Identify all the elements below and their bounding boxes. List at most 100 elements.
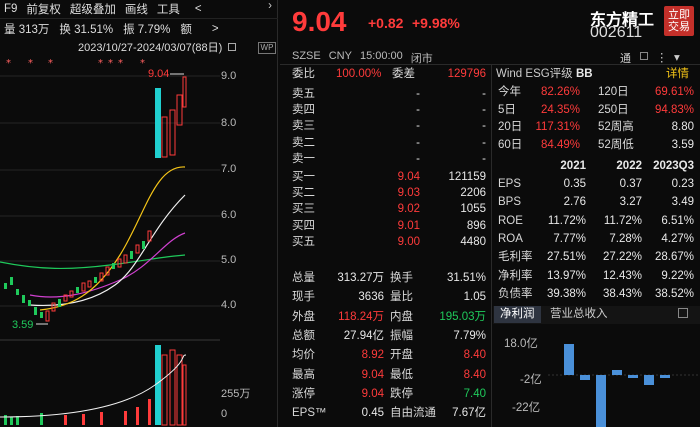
perf-label: 60日: [498, 138, 523, 151]
perf-label: 250日: [598, 103, 629, 116]
buy-volume: 2206: [460, 187, 486, 200]
stat-value: 8.40: [463, 368, 486, 381]
stat-value: 7.79%: [453, 329, 486, 342]
buy-volume: 896: [466, 219, 486, 232]
lock-icon[interactable]: [640, 52, 648, 60]
perf-label: 120日: [598, 86, 629, 98]
fin-value: 9.22%: [661, 269, 694, 282]
tab-net-profit[interactable]: 净利润: [494, 306, 541, 323]
stat-value: 8.40: [463, 349, 486, 362]
sell-volume: -: [482, 152, 486, 165]
fin-label: BPS: [498, 196, 522, 209]
buy-level-label: 买三: [292, 203, 315, 216]
low-label: 3.59: [12, 319, 33, 331]
fin-value: 27.22%: [602, 251, 642, 264]
chevron-right-icon[interactable]: ›: [262, 0, 278, 19]
bar-axis-bottom: -22亿: [512, 402, 541, 414]
perf-value: 3.59: [671, 138, 694, 151]
vol-axis-zero: 0: [221, 408, 228, 420]
perf-label: 20日: [498, 121, 523, 133]
svg-text:*: *: [118, 58, 123, 69]
stat-value: 27.94亿: [343, 329, 384, 342]
sell-price: -: [416, 104, 420, 117]
fin-value: 13.97%: [546, 269, 586, 282]
perf-value: 84.49%: [540, 138, 580, 151]
esg-rating: BB: [576, 68, 593, 80]
fin-value: 0.35: [563, 178, 586, 190]
stat-label: 最低: [390, 368, 413, 381]
fin-value: 6.51%: [661, 214, 694, 227]
expand-icon[interactable]: [678, 308, 688, 318]
perf-value: 117.31%: [535, 121, 580, 133]
quote-panel: 9.04 +0.82 +9.98% 东方精工 002611 立即交易 SZSE …: [280, 0, 700, 427]
stat-value: 0.45: [361, 407, 384, 420]
perf-value: 8.80: [671, 121, 694, 133]
chevron-down-icon[interactable]: ▾: [674, 50, 680, 64]
buy-level-label: 买二: [292, 187, 315, 200]
overlay-button[interactable]: 超级叠加: [70, 1, 116, 17]
buy-volume: 4480: [460, 235, 486, 248]
wp-icon[interactable]: WP: [258, 42, 276, 54]
stat-value: 31.51%: [446, 272, 486, 284]
chart-info-bar: 量 313万 换 31.51% 振 7.79% 额 >: [0, 20, 278, 38]
volume-info: 量 313万: [4, 24, 50, 36]
weicha-label: 委差: [392, 68, 415, 80]
collapse-button[interactable]: <: [195, 3, 202, 15]
sell-price: -: [416, 88, 420, 100]
perf-value: 69.61%: [654, 86, 694, 98]
trade-button[interactable]: 立即交易: [664, 6, 694, 36]
amplitude-info: 振 7.79%: [123, 24, 171, 36]
stat-value: 8.92: [361, 349, 384, 362]
perf-label: 52周低: [598, 138, 634, 151]
stat-label: 总额: [292, 329, 315, 342]
fin-value: 38.43%: [602, 287, 642, 300]
stat-value: 313.27万: [337, 272, 384, 284]
settings-icon[interactable]: [228, 43, 237, 51]
svg-text:*: *: [6, 58, 11, 69]
vol-axis-max: 255万: [221, 388, 251, 400]
bar-axis-top: 18.0亿: [504, 338, 538, 350]
buy-volume: 1055: [460, 203, 486, 216]
fin-value: 39.38%: [546, 287, 586, 300]
fin-value: 2.76: [563, 196, 586, 209]
date-range: 2023/10/27-2024/03/07(88日): [78, 39, 237, 55]
buy-level-label: 买四: [292, 219, 315, 232]
fin-label: EPS: [498, 178, 522, 190]
stat-label: 均价: [292, 349, 315, 362]
stat-value: 195.03万: [439, 310, 486, 323]
fin-value: 12.43%: [602, 269, 642, 282]
price-change: +0.82: [368, 15, 404, 31]
stat-value: 9.04: [361, 368, 384, 381]
stat-label: 跌停: [390, 387, 413, 400]
sell-price: -: [416, 152, 420, 165]
fin-value: 27.51%: [546, 251, 586, 264]
bar-axis-mid: -2亿: [520, 374, 542, 386]
price-axis-40: 4.0: [221, 299, 237, 311]
fin-value: 0.37: [619, 178, 642, 190]
menu-icon[interactable]: ⋮: [656, 50, 668, 64]
buy-level-label: 买五: [292, 235, 315, 248]
esg-detail-link[interactable]: 详情: [666, 66, 689, 82]
fin-value: 7.77%: [553, 232, 586, 245]
buy-price: 9.01: [397, 219, 420, 232]
tools-button[interactable]: 工具: [157, 1, 180, 17]
tab-revenue[interactable]: 营业总收入: [544, 306, 614, 323]
fin-label: ROE: [498, 214, 523, 227]
fin-value: 7.28%: [609, 232, 642, 245]
buy-price: 9.04: [397, 171, 420, 183]
sell-volume: -: [482, 120, 486, 133]
stat-label: 总量: [292, 272, 315, 284]
last-price: 9.04: [292, 6, 347, 37]
f9-button[interactable]: F9: [4, 3, 17, 15]
fin-year-header: 2021: [560, 160, 586, 172]
buy-price: 9.03: [397, 187, 420, 200]
fin-year-header: 2022: [616, 160, 642, 172]
fuquan-button[interactable]: 前复权: [26, 1, 61, 17]
buy-price: 9.02: [397, 203, 420, 216]
draw-line-button[interactable]: 画线: [125, 1, 148, 17]
more-button[interactable]: >: [212, 23, 219, 35]
fin-value: 3.27: [619, 196, 642, 209]
stat-value: 118.24万: [338, 310, 384, 323]
weicha-value: 129796: [447, 68, 486, 80]
svg-text:*: *: [108, 58, 113, 69]
